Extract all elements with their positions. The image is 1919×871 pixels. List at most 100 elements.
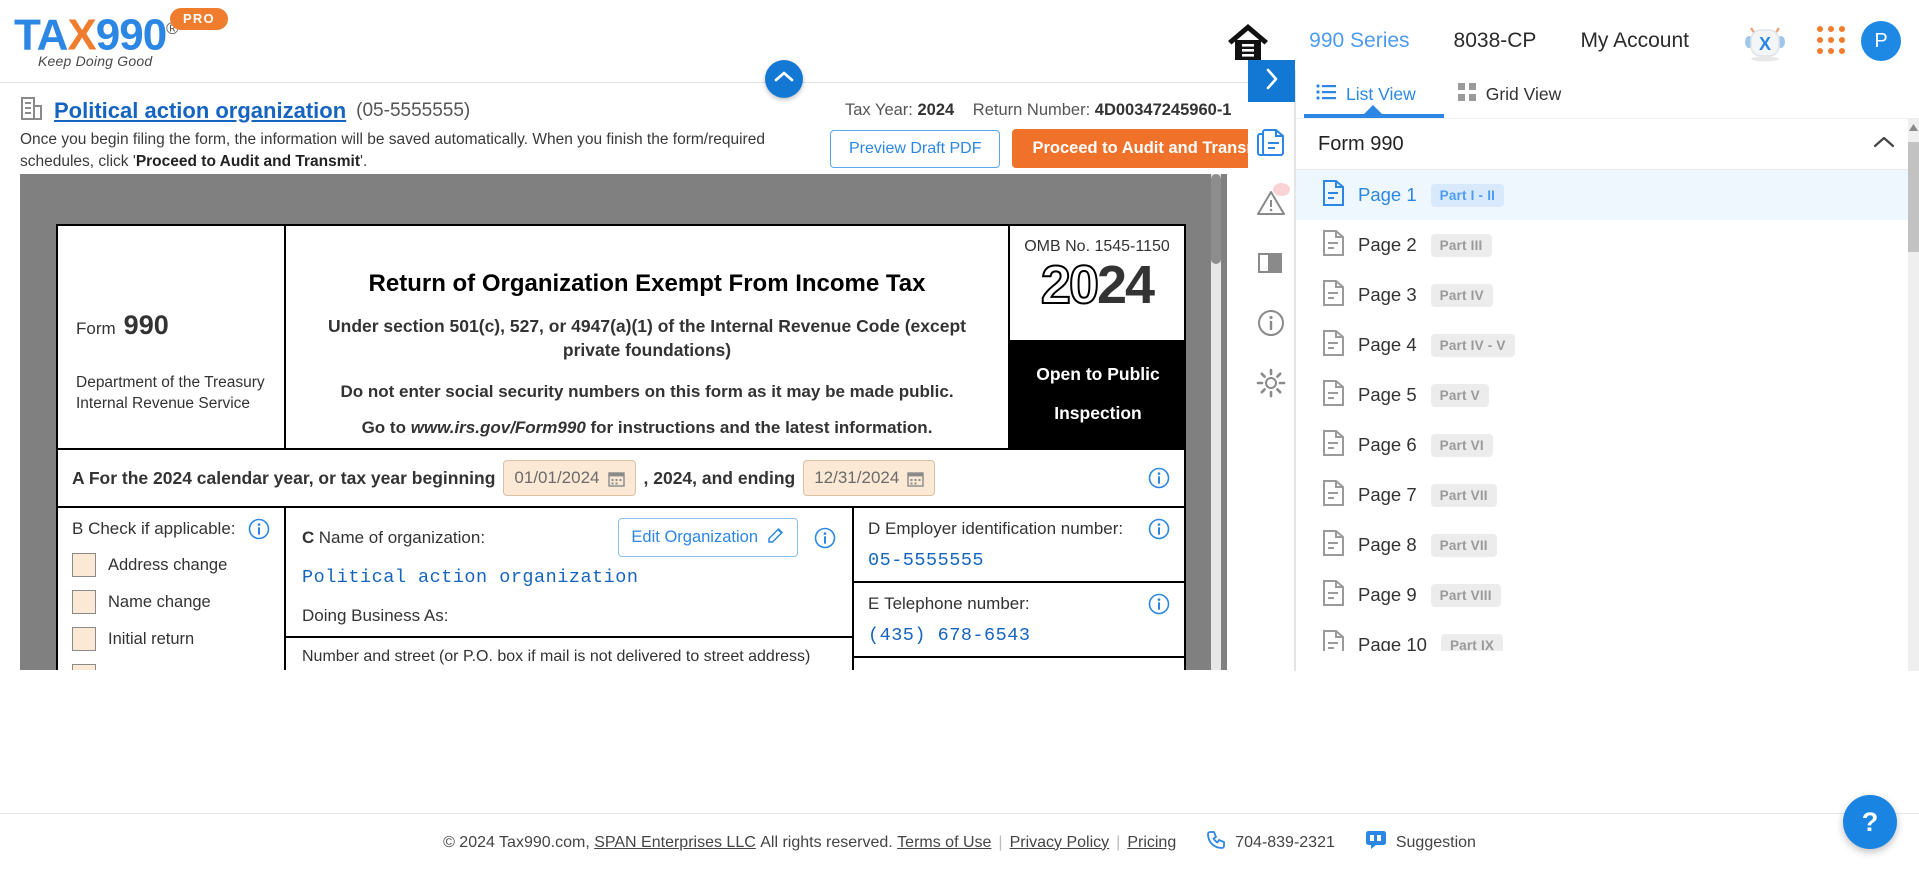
name-change-checkbox[interactable] <box>72 590 96 614</box>
page-list-item-1[interactable]: Page 1 Part I - II <box>1296 170 1919 220</box>
app-logo[interactable]: TAX990® PRO Keep Doing Good <box>14 6 274 72</box>
page-list[interactable]: Page 1 Part I - II Page 2 Part III Page … <box>1296 170 1919 651</box>
page-list-item-part: Part I - II <box>1430 183 1505 207</box>
page-list-item-8[interactable]: Page 8 Part VII <box>1296 520 1919 570</box>
checkbox-row-partial[interactable] <box>72 664 270 670</box>
page-list-scrollbar-thumb[interactable] <box>1908 142 1919 252</box>
d-label: Employer identification number: <box>885 519 1124 538</box>
street-address-segment: Number and street (or P.O. box if mail i… <box>286 638 852 670</box>
chevron-up-icon[interactable] <box>1873 135 1895 154</box>
page-document-icon <box>1322 429 1344 461</box>
form-document-viewport[interactable]: Form 990 Department of the Treasury Inter… <box>20 174 1227 670</box>
chatbot-icon[interactable]: X <box>1737 20 1793 62</box>
info-circle-icon[interactable] <box>1256 308 1286 338</box>
initial-return-checkbox[interactable] <box>72 627 96 651</box>
page-list-item-part: Part VIII <box>1430 583 1501 607</box>
nav-my-account[interactable]: My Account <box>1558 29 1711 53</box>
checkbox-row[interactable]: Name change <box>72 590 270 614</box>
info-icon[interactable] <box>1148 518 1170 540</box>
expand-panel-button[interactable] <box>1248 60 1295 102</box>
apps-grid-icon[interactable] <box>1817 26 1847 56</box>
footer-suggestion[interactable]: Suggestion <box>1365 830 1476 855</box>
page-list-item-6[interactable]: Page 6 Part VI <box>1296 420 1919 470</box>
gear-icon[interactable] <box>1256 368 1286 398</box>
footer-privacy-link[interactable]: Privacy Policy <box>1010 834 1110 852</box>
action-buttons: Preview Draft PDF Proceed to Audit and T… <box>830 129 1292 168</box>
page-list-item-part: Part III <box>1430 233 1492 257</box>
avatar[interactable]: P <box>1861 21 1901 61</box>
home-icon[interactable] <box>1225 20 1287 62</box>
tab-grid-view[interactable]: Grid View <box>1457 82 1561 106</box>
edit-organization-button[interactable]: Edit Organization <box>618 518 798 557</box>
page-list-item-2[interactable]: Page 2 Part III <box>1296 220 1919 270</box>
edit-organization-label: Edit Organization <box>631 528 758 546</box>
page-list-item-10[interactable]: Page 10 Part IX <box>1296 620 1919 651</box>
document-scrollbar-thumb[interactable] <box>1211 174 1221 264</box>
organization-name-link[interactable]: Political action organization <box>54 98 346 124</box>
footer-pricing-link[interactable]: Pricing <box>1127 834 1176 852</box>
address-change-label: Address change <box>108 555 228 574</box>
svg-text:X: X <box>1759 34 1771 54</box>
tool-rail <box>1248 102 1295 671</box>
footer-phone[interactable]: 704-839-2321 <box>1206 830 1335 855</box>
documents-icon[interactable] <box>1256 128 1286 158</box>
page-list-item-9[interactable]: Page 9 Part VIII <box>1296 570 1919 620</box>
logo-tax: TA <box>14 10 68 60</box>
book-icon[interactable] <box>1256 248 1286 278</box>
form-goto-line: Go to www.irs.gov/Form990 for instructio… <box>306 418 988 438</box>
organization-line: Political action organization (05-555555… <box>20 95 470 126</box>
irs-form-link[interactable]: www.irs.gov/Form990 <box>411 418 586 437</box>
logo-990: 990 <box>95 10 167 60</box>
active-tab-underline <box>1304 114 1444 118</box>
dba-row: Doing Business As: <box>302 606 836 626</box>
right-panel: List View Grid View Form 990 Page 1 Part… <box>1295 70 1919 671</box>
info-icon[interactable] <box>248 518 270 540</box>
page-list-item-3[interactable]: Page 3 Part IV <box>1296 270 1919 320</box>
open-to-public-block: Open to Public Inspection <box>1010 340 1186 448</box>
next-checkbox[interactable] <box>72 664 96 670</box>
footer-separator: | <box>1116 833 1121 851</box>
telephone-value: (435) 678-6543 <box>868 625 1031 646</box>
page-list-item-5[interactable]: Page 5 Part V <box>1296 370 1919 420</box>
checkbox-row[interactable]: Address change <box>72 553 270 577</box>
form-column-b: B Check if applicable: Address change Na… <box>58 508 286 670</box>
page-list-item-7[interactable]: Page 7 Part VII <box>1296 470 1919 520</box>
checkbox-row[interactable]: Initial return <box>72 627 270 651</box>
form-subtitle: Under section 501(c), 527, or 4947(a)(1)… <box>328 316 966 360</box>
tab-list-view[interactable]: List View <box>1316 84 1416 105</box>
page-document-icon <box>1322 179 1344 211</box>
phone-icon <box>1206 830 1226 855</box>
form-990-section-title: Form 990 <box>1318 132 1404 155</box>
nav-990-series[interactable]: 990 Series <box>1287 29 1431 53</box>
form-number: 990 <box>123 310 169 340</box>
page-list-item-part: Part IV <box>1430 283 1493 307</box>
form-notice: Do not enter social security numbers on … <box>340 382 954 401</box>
help-button[interactable]: ? <box>1843 795 1897 849</box>
page-list-item-label: Page 8 <box>1358 534 1417 555</box>
address-change-checkbox[interactable] <box>72 553 96 577</box>
page-list-scrollbar[interactable] <box>1908 118 1919 671</box>
form-990-section-header[interactable]: Form 990 <box>1296 118 1919 170</box>
warning-triangle-icon[interactable] <box>1256 183 1290 218</box>
preview-draft-pdf-button[interactable]: Preview Draft PDF <box>830 129 1001 168</box>
page-document-icon <box>1322 579 1344 611</box>
page-list-scroll-up-arrow[interactable] <box>1908 118 1919 136</box>
logo-x: X <box>67 10 96 60</box>
page-document-icon <box>1322 229 1344 261</box>
tax-year-end-input[interactable]: 12/31/2024 <box>803 460 936 496</box>
footer-company-link[interactable]: SPAN Enterprises LLC <box>594 834 756 852</box>
info-icon[interactable] <box>814 527 836 549</box>
department-line-2: Internal Revenue Service <box>76 395 251 412</box>
omb-number: OMB No. 1545-1150 <box>1024 238 1170 255</box>
page-list-item-4[interactable]: Page 4 Part IV - V <box>1296 320 1919 370</box>
info-icon[interactable] <box>1148 593 1170 615</box>
goto-post: for instructions and the latest informat… <box>585 418 933 437</box>
info-icon[interactable] <box>1148 467 1170 489</box>
department-text: Department of the Treasury Internal Reve… <box>76 372 265 414</box>
document-scrollbar[interactable] <box>1211 174 1221 670</box>
collapse-header-button[interactable] <box>765 60 803 98</box>
footer-terms-link[interactable]: Terms of Use <box>897 834 991 852</box>
tax-year-begin-input[interactable]: 01/01/2024 <box>503 460 636 496</box>
page-document-icon <box>1322 479 1344 511</box>
nav-8038-cp[interactable]: 8038-CP <box>1432 29 1559 53</box>
